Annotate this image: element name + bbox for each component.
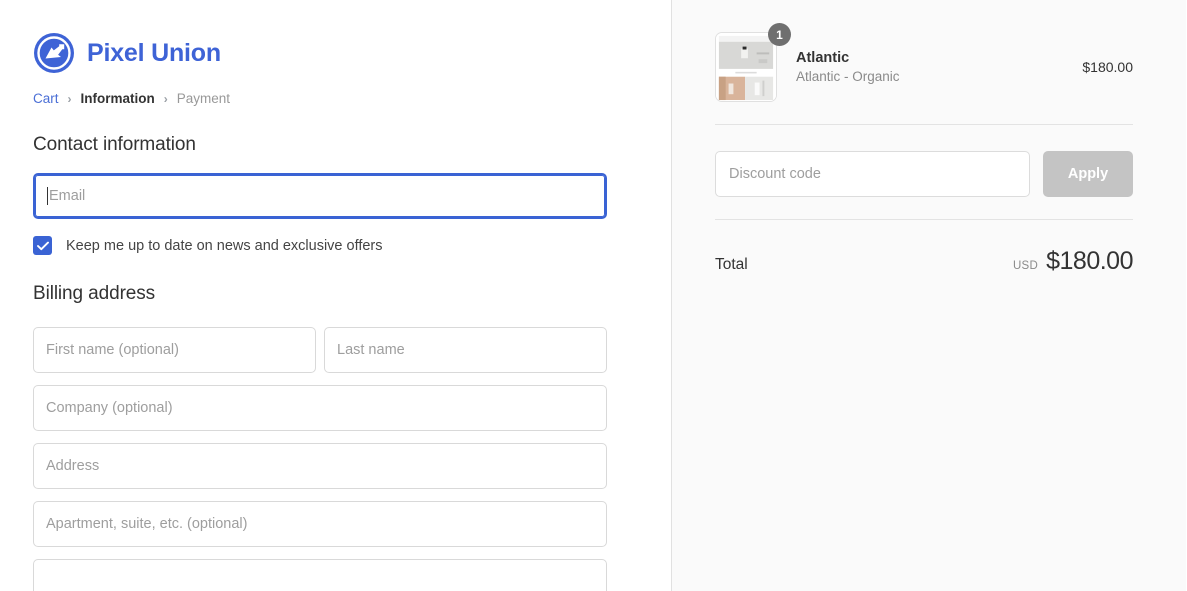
- billing-address-heading: Billing address: [33, 283, 671, 305]
- checkmark-icon: [37, 241, 49, 251]
- newsletter-checkbox-row[interactable]: Keep me up to date on news and exclusive…: [33, 236, 671, 255]
- apartment-input[interactable]: Apartment, suite, etc. (optional): [33, 501, 607, 547]
- last-name-placeholder: Last name: [337, 342, 405, 358]
- total-value: $180.00: [1046, 247, 1133, 276]
- total-label: Total: [715, 256, 748, 274]
- last-name-input[interactable]: Last name: [324, 327, 607, 373]
- contact-information-heading: Contact information: [33, 134, 671, 156]
- first-name-placeholder: First name (optional): [46, 342, 179, 358]
- text-cursor: [47, 187, 48, 205]
- apartment-placeholder: Apartment, suite, etc. (optional): [46, 516, 248, 532]
- checkout-form-pane: Pixel Union Cart › Information › Payment…: [0, 0, 672, 591]
- breadcrumb-item-payment: Payment: [177, 91, 230, 106]
- product-price: $180.00: [1082, 59, 1133, 75]
- product-thumbnail-wrapper: 1: [715, 32, 781, 102]
- breadcrumb-separator-icon: ›: [164, 92, 168, 106]
- email-placeholder: Email: [49, 188, 85, 204]
- total-row: Total USD $180.00: [715, 247, 1133, 276]
- email-input[interactable]: Email: [33, 173, 607, 219]
- product-variant: Atlantic - Organic: [796, 69, 1082, 84]
- discount-row: Discount code Apply: [715, 151, 1133, 197]
- address-placeholder: Address: [46, 458, 99, 474]
- breadcrumb-item-information[interactable]: Information: [81, 91, 155, 106]
- total-amount: USD $180.00: [1013, 247, 1133, 276]
- apply-discount-button[interactable]: Apply: [1043, 151, 1133, 197]
- breadcrumb-separator-icon: ›: [68, 92, 72, 106]
- product-title: Atlantic: [796, 50, 1082, 66]
- breadcrumb-item-cart[interactable]: Cart: [33, 91, 59, 106]
- breadcrumb: Cart › Information › Payment: [33, 91, 671, 106]
- product-details: Atlantic Atlantic - Organic: [796, 50, 1082, 84]
- newsletter-label: Keep me up to date on news and exclusive…: [66, 238, 383, 254]
- order-line-item: 1 Atlantic Atlantic - Organic $180.00: [715, 32, 1133, 102]
- brand-name: Pixel Union: [87, 41, 221, 66]
- email-field-wrapper: Email: [33, 173, 671, 219]
- pixel-union-circle-arrow-logo-icon: [33, 32, 75, 74]
- discount-code-input[interactable]: Discount code: [715, 151, 1030, 197]
- first-name-input[interactable]: First name (optional): [33, 327, 316, 373]
- name-fields-row: First name (optional) Last name: [33, 327, 671, 373]
- summary-divider-top: [715, 124, 1133, 125]
- brand-logo[interactable]: Pixel Union: [33, 32, 671, 74]
- quantity-badge: 1: [768, 23, 791, 46]
- product-theme-preview-thumbnail-icon: [715, 32, 777, 102]
- discount-code-placeholder: Discount code: [729, 166, 821, 182]
- checkout-page: Pixel Union Cart › Information › Payment…: [0, 0, 1187, 591]
- newsletter-checkbox[interactable]: [33, 236, 52, 255]
- summary-divider-bottom: [715, 219, 1133, 220]
- address-input[interactable]: Address: [33, 443, 607, 489]
- order-summary-pane: 1 Atlantic Atlantic - Organic $180.00 Di…: [672, 0, 1186, 591]
- total-currency: USD: [1013, 260, 1038, 272]
- company-placeholder: Company (optional): [46, 400, 173, 416]
- company-input[interactable]: Company (optional): [33, 385, 607, 431]
- next-field-partially-visible[interactable]: [33, 559, 607, 591]
